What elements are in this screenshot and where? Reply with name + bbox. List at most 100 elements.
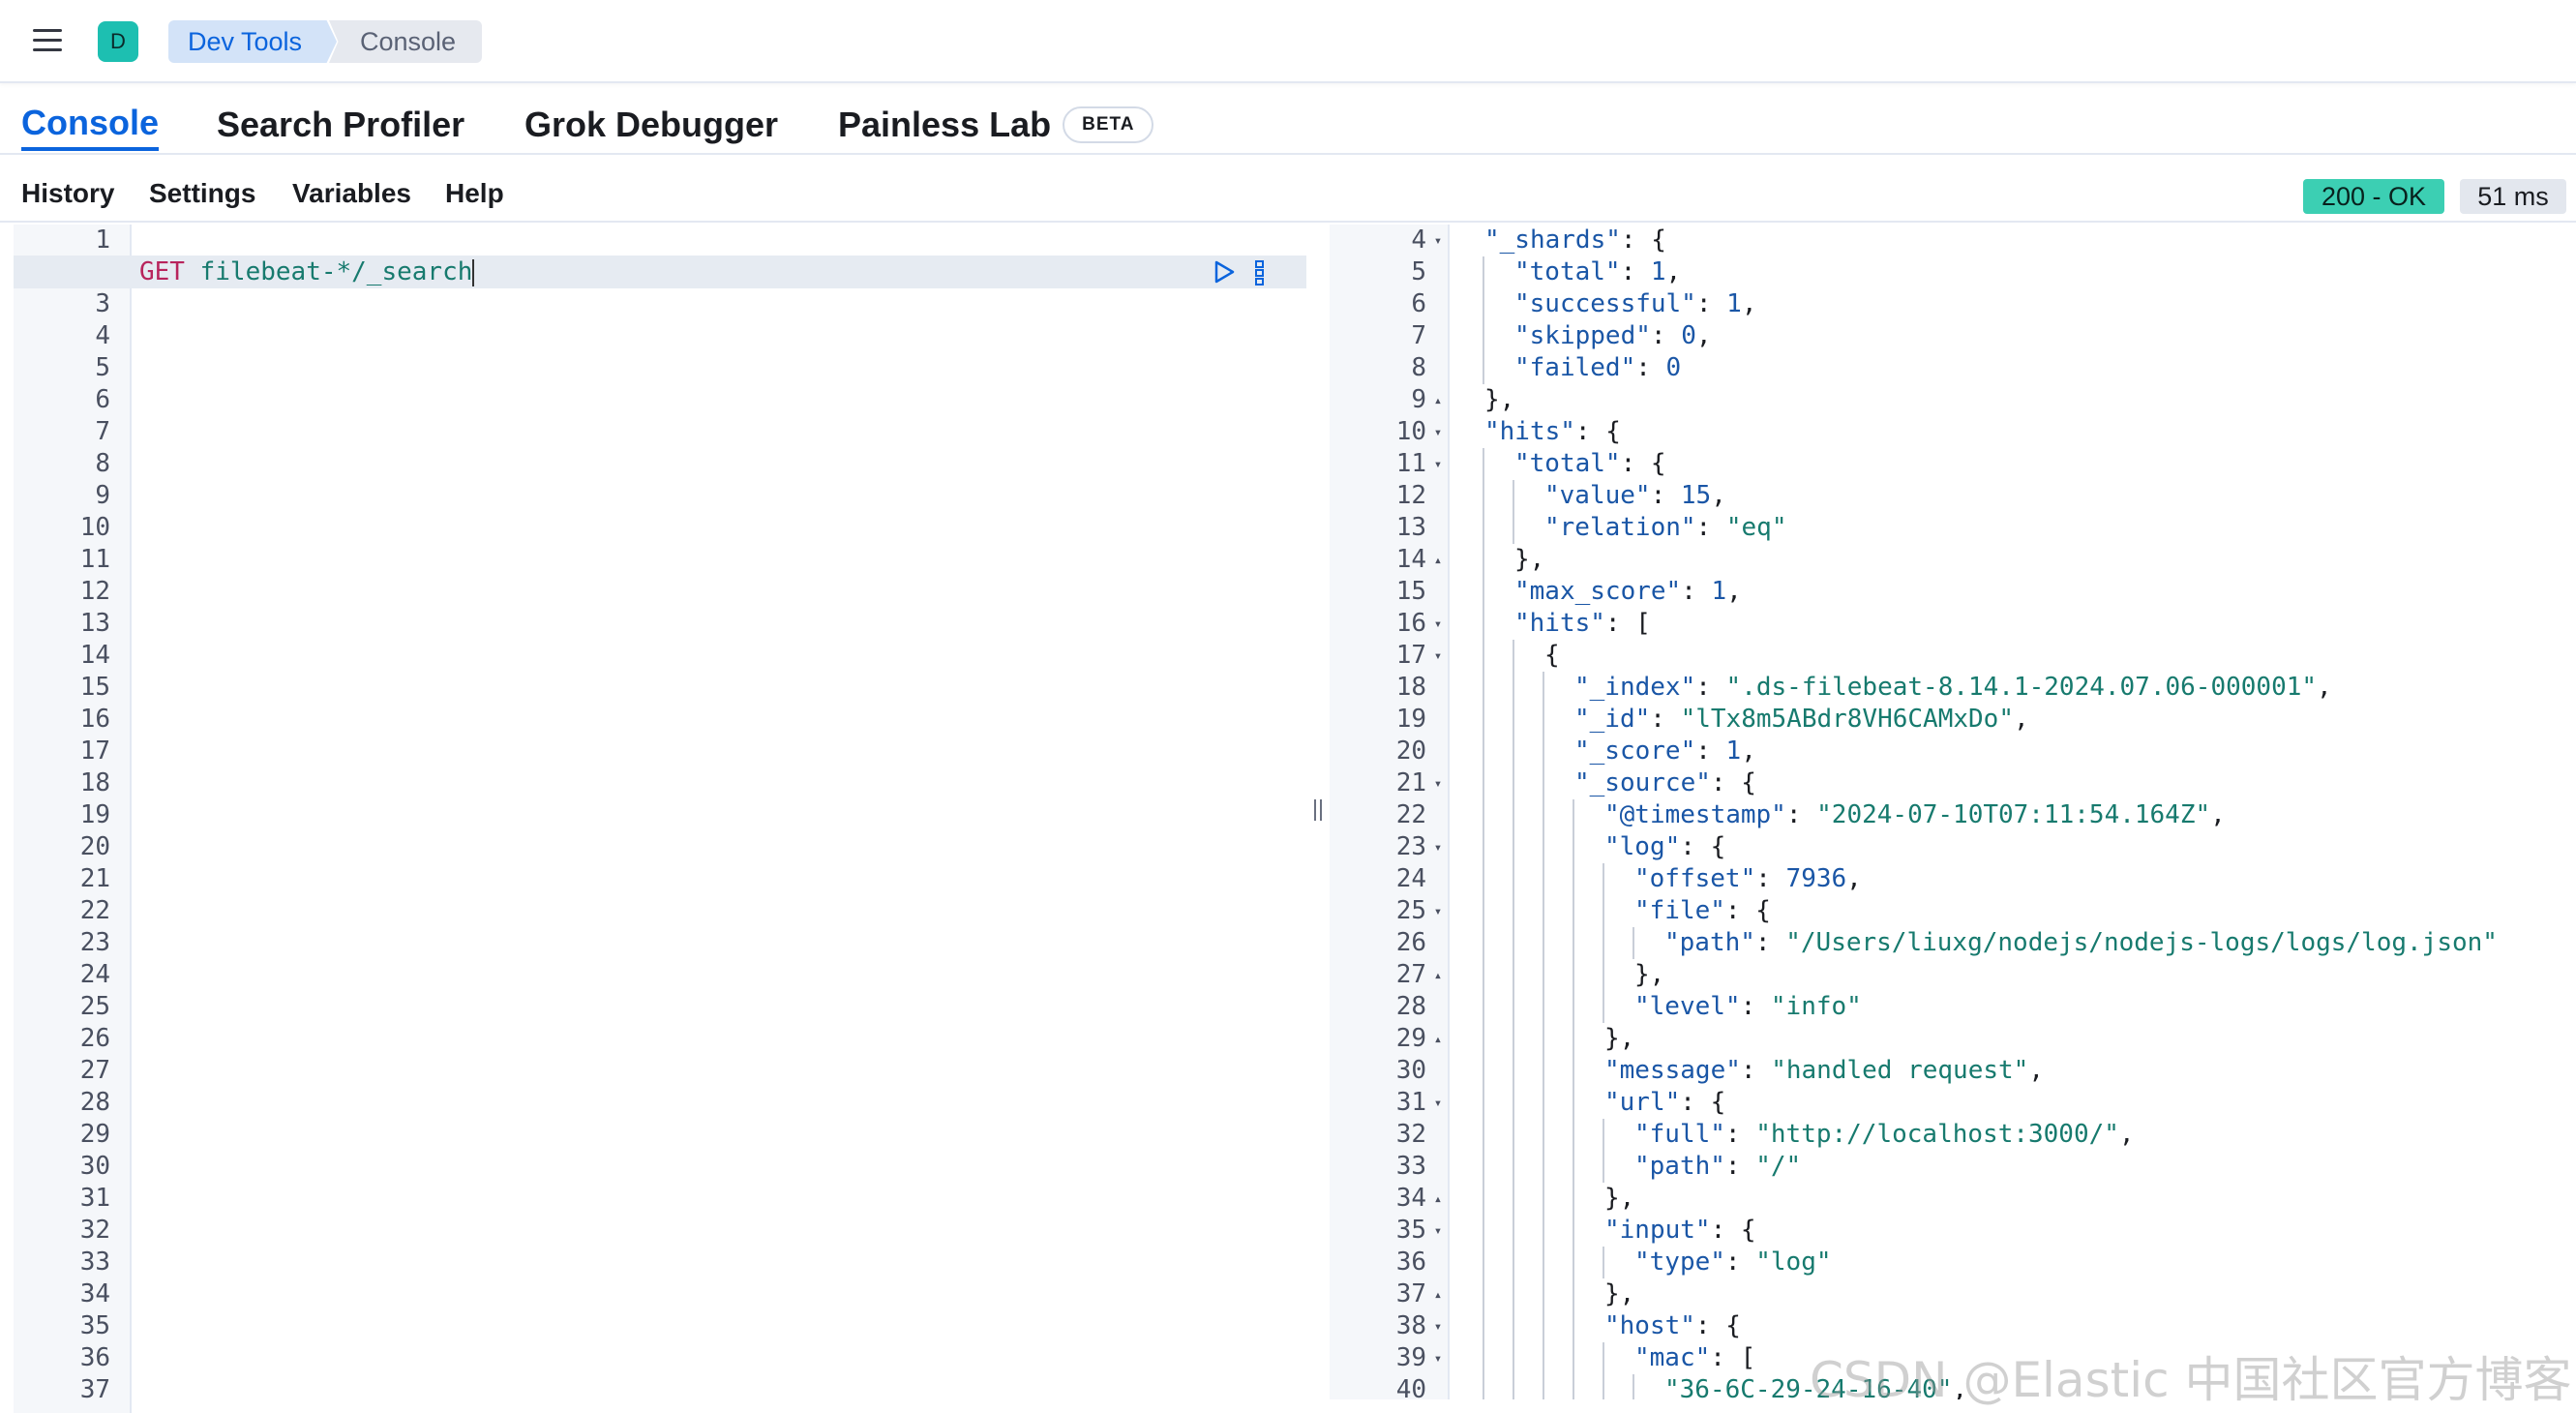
indent-guide (1513, 1310, 1514, 1342)
indent-guide (1513, 1278, 1514, 1310)
resize-grip-icon (1314, 799, 1322, 821)
indent-guide (1513, 1151, 1514, 1183)
settings-button[interactable]: Settings (149, 178, 255, 209)
indent-guide (1573, 1055, 1574, 1087)
response-code-line: "message": "handled request", (1604, 1056, 2044, 1085)
indent-guide (1483, 863, 1484, 895)
response-code-line: "@timestamp": "2024-07-10T07:11:54.164Z"… (1604, 800, 2226, 829)
indent-guide (1513, 1247, 1514, 1278)
wrench-menu-icon[interactable] (1252, 259, 1268, 286)
indent-guide (1483, 799, 1484, 831)
indent-guide (1573, 1247, 1574, 1278)
line-number: 21 (79, 864, 110, 893)
response-code-line: "36-6C-29-24-16-40", (1664, 1375, 1968, 1399)
indent-guide (1483, 1023, 1484, 1055)
indent-guide (1573, 863, 1574, 895)
indent-guide (1603, 1342, 1604, 1374)
response-line-number: 7 (1411, 321, 1426, 350)
indent-guide (1603, 1374, 1604, 1399)
indent-guide (1513, 927, 1514, 959)
fold-caret-down-icon[interactable]: ▾ (1430, 416, 1446, 448)
response-line-number: 22 (1395, 800, 1426, 829)
indent-guide (1483, 1247, 1484, 1278)
fold-caret-down-icon[interactable]: ▾ (1430, 895, 1446, 927)
line-number: 36 (79, 1343, 110, 1372)
indent-guide (1603, 1119, 1604, 1151)
line-number: 5 (95, 353, 110, 382)
indent-guide (1513, 863, 1514, 895)
fold-caret-up-icon[interactable]: ▴ (1430, 1023, 1446, 1055)
tab-painless-lab[interactable]: Painless Lab BETA (838, 99, 1154, 151)
indent-guide (1543, 767, 1544, 799)
indent-guide (1483, 736, 1484, 767)
breadcrumb-dev-tools[interactable]: Dev Tools (168, 20, 337, 63)
menu-icon[interactable] (29, 23, 68, 58)
fold-caret-up-icon[interactable]: ▴ (1430, 544, 1446, 576)
fold-caret-down-icon[interactable]: ▾ (1430, 1310, 1446, 1342)
fold-caret-down-icon[interactable]: ▾ (1430, 1342, 1446, 1374)
help-button[interactable]: Help (445, 178, 504, 209)
fold-caret-down-icon[interactable]: ▾ (1430, 608, 1446, 640)
fold-caret-down-icon[interactable]: ▾ (1430, 831, 1446, 863)
response-code-line: "offset": 7936, (1634, 864, 1862, 893)
response-code-line: "_score": 1, (1574, 737, 1756, 766)
request-line[interactable]: GET filebeat-*/_search (139, 256, 475, 288)
response-viewer[interactable]: 4 ▾ "_shards": {5 "total": 1, 6 "successful":… (1330, 225, 2576, 1399)
indent-guide (1573, 991, 1574, 1023)
line-number: 35 (79, 1311, 110, 1340)
fold-caret-up-icon[interactable]: ▴ (1430, 1278, 1446, 1310)
tab-search-profiler[interactable]: Search Profiler (217, 99, 464, 151)
indent-guide (1483, 1278, 1484, 1310)
indent-guide (1573, 799, 1574, 831)
indent-guide (1543, 959, 1544, 991)
tab-grok-debugger[interactable]: Grok Debugger (524, 99, 778, 151)
response-code-line: "file": { (1634, 896, 1771, 925)
fold-caret-down-icon[interactable]: ▾ (1430, 640, 1446, 672)
indent-guide (1543, 991, 1544, 1023)
indent-guide (1513, 959, 1514, 991)
response-code-line: "total": 1, (1514, 257, 1682, 286)
indent-guide (1603, 1247, 1604, 1278)
fold-caret-down-icon[interactable]: ▾ (1430, 1087, 1446, 1119)
tab-console[interactable]: Console (21, 99, 160, 151)
response-code-line: "value": 15, (1544, 481, 1726, 510)
response-code-line: }, (1604, 1024, 1635, 1053)
request-editor[interactable]: 1234567891011121314151617181920212223242… (14, 225, 1306, 1413)
indent-guide (1573, 1151, 1574, 1183)
line-number: 6 (95, 385, 110, 414)
response-code-line: "total": { (1514, 449, 1666, 478)
fold-caret-down-icon[interactable]: ▾ (1430, 448, 1446, 480)
indent-guide (1513, 1342, 1514, 1374)
line-number: 24 (79, 960, 110, 989)
indent-guide (1543, 927, 1544, 959)
response-line-number: 11 (1395, 449, 1426, 478)
response-line-number: 10 (1395, 417, 1426, 446)
indent-guide (1483, 1310, 1484, 1342)
response-line-number: 4 (1411, 225, 1426, 255)
fold-caret-down-icon[interactable]: ▾ (1430, 225, 1446, 256)
indent-guide (1603, 927, 1604, 959)
line-number: 29 (79, 1120, 110, 1149)
fold-caret-up-icon[interactable]: ▴ (1430, 959, 1446, 991)
fold-caret-up-icon[interactable]: ▴ (1430, 384, 1446, 416)
fold-caret-down-icon[interactable]: ▾ (1430, 1215, 1446, 1247)
play-icon[interactable] (1212, 259, 1237, 285)
response-line-number: 19 (1395, 705, 1426, 734)
response-code-line: "hits": [ (1514, 609, 1651, 638)
line-number: 19 (79, 800, 110, 829)
history-button[interactable]: History (21, 178, 114, 209)
pane-resizer[interactable] (1308, 225, 1328, 1413)
console-toolbar: History Settings Variables Help (0, 157, 2576, 223)
indent-guide (1483, 1215, 1484, 1247)
response-code-line: "input": { (1604, 1216, 1756, 1245)
indent-guide (1573, 1215, 1574, 1247)
space-avatar[interactable]: D (98, 21, 138, 62)
response-code-line: }, (1484, 385, 1515, 414)
response-line-number: 15 (1395, 577, 1426, 606)
line-number: 23 (79, 928, 110, 957)
fold-caret-down-icon[interactable]: ▾ (1430, 767, 1446, 799)
line-number: 33 (79, 1248, 110, 1277)
variables-button[interactable]: Variables (292, 178, 411, 209)
fold-caret-up-icon[interactable]: ▴ (1430, 1183, 1446, 1215)
response-line-number: 30 (1395, 1056, 1426, 1085)
